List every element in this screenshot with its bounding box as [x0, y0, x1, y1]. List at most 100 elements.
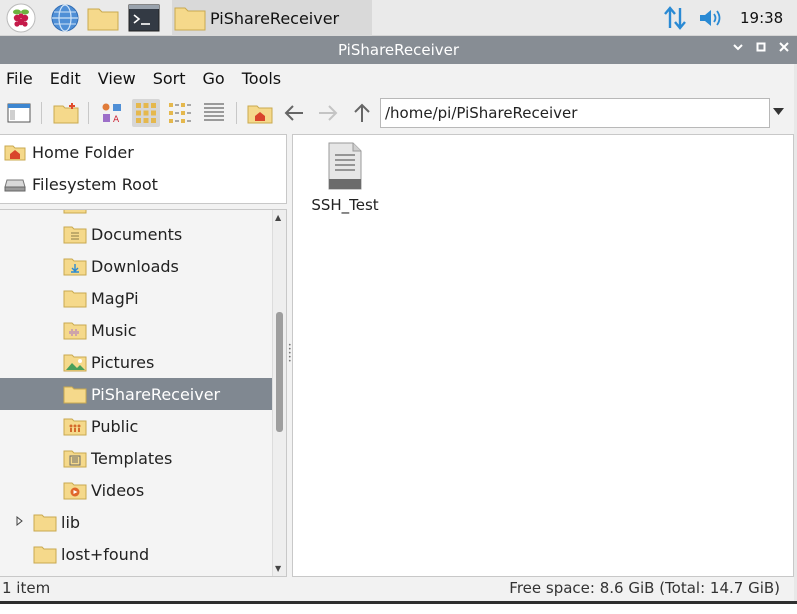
- tree-row-lost-found[interactable]: lost+found: [0, 538, 272, 570]
- status-bar: 1 item Free space: 8.6 GiB (Total: 14.7 …: [0, 577, 797, 601]
- window-title: PiShareReceiver: [337, 41, 460, 59]
- place-label: Filesystem Root: [32, 174, 158, 194]
- arrow-right-icon: [319, 105, 338, 121]
- expand-arrow-icon[interactable]: [16, 515, 23, 529]
- thumbnail-view-icon: A: [102, 103, 121, 125]
- chevron-down-icon: [733, 44, 743, 51]
- folder-icon: [174, 7, 206, 31]
- tree-row-pisharereceiver[interactable]: PiShareReceiver: [0, 378, 272, 410]
- folder-icon: [63, 290, 87, 308]
- file-name: SSH_Test: [311, 196, 379, 214]
- minimize-button[interactable]: [729, 40, 747, 58]
- tree-label: MagPi: [91, 288, 139, 308]
- tree-row-public[interactable]: Public: [0, 410, 272, 442]
- detailed-list-view-button[interactable]: [200, 99, 228, 127]
- tree-row-lib[interactable]: lib: [0, 506, 272, 538]
- tree-row-templates[interactable]: Templates: [0, 442, 272, 474]
- home-icon: [4, 145, 26, 161]
- path-input[interactable]: /home/pi/PiShareReceiver: [380, 98, 770, 128]
- tree-label: Downloads: [91, 256, 179, 276]
- icon-view-button[interactable]: [132, 99, 160, 127]
- text-file-icon: [328, 142, 362, 190]
- tree-label: Music: [91, 320, 137, 340]
- file-manager-icon[interactable]: [86, 2, 120, 34]
- new-folder-icon: [53, 103, 79, 124]
- close-icon: [779, 42, 789, 52]
- new-window-icon: [7, 103, 31, 123]
- tree-row-music[interactable]: Music: [0, 314, 272, 346]
- menu-sort[interactable]: Sort: [153, 69, 186, 88]
- arrow-up-icon: [354, 103, 370, 122]
- network-icon[interactable]: [658, 2, 692, 34]
- tree-row-videos[interactable]: Videos: [0, 474, 272, 506]
- free-space: Free space: 8.6 GiB (Total: 14.7 GiB): [509, 579, 780, 597]
- tree-row-pictures[interactable]: Pictures: [0, 346, 272, 378]
- menu-tools[interactable]: Tools: [242, 69, 281, 88]
- forward-button[interactable]: [314, 99, 342, 127]
- menu-view[interactable]: View: [98, 69, 136, 88]
- tree-row-magpi[interactable]: MagPi: [0, 282, 272, 314]
- new-folder-button[interactable]: [52, 99, 80, 127]
- drive-icon: [4, 179, 26, 192]
- tree-label: Pictures: [91, 352, 155, 372]
- downloads-folder-icon: [63, 258, 87, 276]
- tree-label: Public: [91, 416, 139, 436]
- compact-view-icon: [169, 103, 191, 123]
- place-label: Home Folder: [32, 142, 134, 162]
- place-filesystem-root[interactable]: Filesystem Root: [0, 168, 286, 200]
- tree-row-documents[interactable]: Documents: [0, 218, 272, 250]
- tree-label: lib: [61, 512, 81, 532]
- documents-folder-icon: [63, 226, 87, 244]
- raspberry-menu-icon[interactable]: [4, 2, 38, 34]
- up-button[interactable]: [348, 99, 376, 127]
- back-button[interactable]: [280, 99, 308, 127]
- music-folder-icon: [63, 322, 87, 340]
- menu-edit[interactable]: Edit: [50, 69, 81, 88]
- browser-icon[interactable]: [48, 2, 82, 34]
- maximize-button[interactable]: [752, 40, 770, 58]
- file-item[interactable]: SSH_Test: [309, 141, 381, 214]
- terminal-icon[interactable]: [127, 2, 161, 34]
- taskbar-window-button[interactable]: PiShareReceiver: [172, 0, 372, 36]
- scrollbar-thumb[interactable]: [276, 312, 283, 432]
- thumbnail-view-button[interactable]: A: [98, 99, 126, 127]
- menu-file[interactable]: File: [6, 69, 33, 88]
- menu-go[interactable]: Go: [203, 69, 225, 88]
- triangle-down-icon: [773, 108, 784, 115]
- places-panel: Home Folder Filesystem Root: [0, 134, 287, 204]
- window-titlebar[interactable]: PiShareReceiver: [0, 36, 797, 64]
- tree-scrollbar[interactable]: ▲ ▼: [272, 210, 286, 576]
- menu-bar: File Edit View Sort Go Tools: [0, 64, 797, 92]
- tree-row-downloads[interactable]: Downloads: [0, 250, 272, 282]
- icon-view-icon: [136, 103, 156, 123]
- public-folder-icon: [63, 418, 87, 436]
- clock[interactable]: 19:38: [740, 9, 783, 27]
- path-history-dropdown[interactable]: [773, 105, 784, 118]
- toolbar-separator: [88, 102, 89, 124]
- splitter-grip-icon[interactable]: • • • • •: [288, 343, 292, 365]
- pictures-folder-icon: [63, 354, 87, 372]
- toolbar: A /home/pi/PiShareReceiver: [0, 92, 797, 134]
- tree-label: Documents: [91, 224, 183, 244]
- folder-icon: [63, 386, 87, 404]
- volume-icon[interactable]: [694, 2, 728, 34]
- triangle-right-icon: [16, 515, 23, 526]
- folder-icon: [33, 546, 57, 564]
- home-button[interactable]: [246, 99, 274, 127]
- file-view[interactable]: SSH_Test: [292, 134, 794, 577]
- folder-icon: [63, 210, 87, 214]
- tree-label: lost+found: [61, 544, 150, 564]
- templates-folder-icon: [63, 450, 87, 468]
- videos-folder-icon: [63, 482, 87, 500]
- tree-label: Templates: [91, 448, 173, 468]
- item-count: 1 item: [2, 579, 51, 597]
- compact-view-button[interactable]: [166, 99, 194, 127]
- new-window-button[interactable]: [5, 99, 33, 127]
- scroll-up-arrow-icon[interactable]: ▲: [275, 213, 281, 222]
- close-button[interactable]: [775, 40, 793, 58]
- toolbar-separator: [41, 102, 42, 124]
- toolbar-separator: [236, 102, 237, 124]
- place-home-folder[interactable]: Home Folder: [0, 136, 286, 168]
- scroll-down-arrow-icon[interactable]: ▼: [275, 564, 281, 573]
- home-folder-icon: [247, 105, 273, 124]
